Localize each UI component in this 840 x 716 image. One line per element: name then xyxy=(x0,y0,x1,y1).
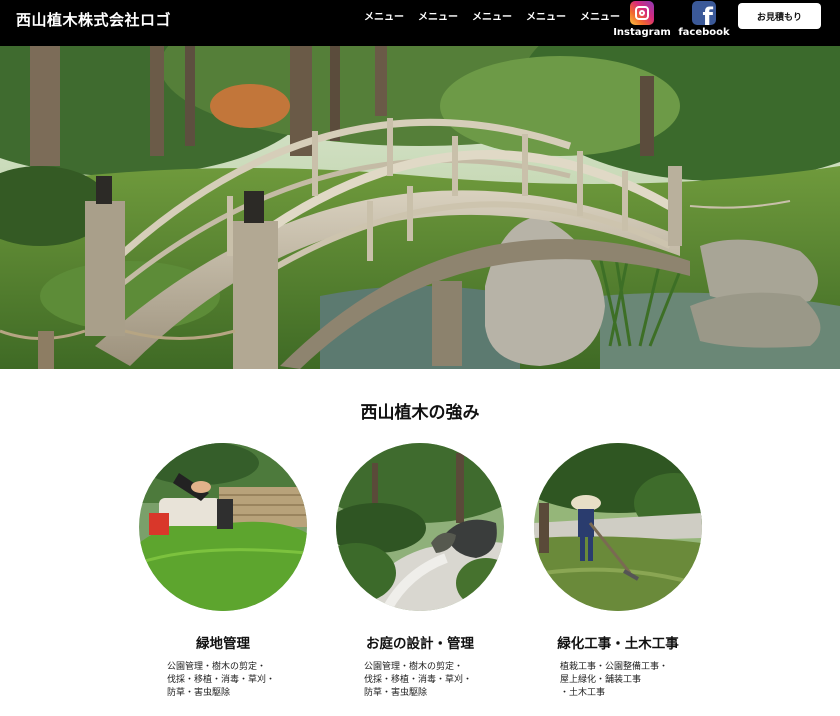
section-title-strengths: 西山植木の強み xyxy=(360,403,480,423)
japanese-garden-path-image xyxy=(336,443,504,611)
facebook-icon: f xyxy=(692,1,716,25)
hero-image xyxy=(0,46,840,369)
instagram-link[interactable]: Instagram xyxy=(610,1,674,38)
card-desc-line: 防草・害虫駆除 xyxy=(364,688,428,698)
instagram-icon xyxy=(630,1,654,25)
card-desc-landscaping: 植栽工事・公園整備工事・ 屋上緑化・舗装工事 ・土木工事 xyxy=(560,661,702,700)
card-desc-line: ・土木工事 xyxy=(560,688,606,698)
card-desc-line: 屋上緑化・舗装工事 xyxy=(560,675,642,685)
card-desc-line: 植栽工事・公園整備工事・ xyxy=(560,662,669,672)
strength-card-landscaping: 緑化工事・土木工事 植栽工事・公園整備工事・ 屋上緑化・舗装工事 ・土木工事 xyxy=(534,443,702,700)
hedge-trimming-image xyxy=(139,443,307,611)
nav-menu-2[interactable]: メニュー xyxy=(418,8,458,23)
facebook-link[interactable]: f facebook xyxy=(672,1,736,38)
card-desc-line: 伐採・移植・消毒・草刈・ xyxy=(167,675,276,685)
card-desc-line: 防草・害虫駆除 xyxy=(167,688,231,698)
card-desc-line: 公園管理・樹木の剪定・ xyxy=(364,662,464,672)
facebook-label: facebook xyxy=(678,27,730,38)
card-desc-greenery: 公園管理・樹木の剪定・ 伐採・移植・消毒・草刈・ 防草・害虫駆除 xyxy=(167,661,307,700)
gardener-raking-image xyxy=(534,443,702,611)
card-title-landscaping: 緑化工事・土木工事 xyxy=(557,636,679,652)
card-desc-line: 伐採・移植・消毒・草刈・ xyxy=(364,675,473,685)
strength-card-greenery: 緑地管理 公園管理・樹木の剪定・ 伐採・移植・消毒・草刈・ 防草・害虫駆除 xyxy=(139,443,307,700)
site-header: 西山植木株式会社ロゴ メニュー メニュー メニュー メニュー メニュー Inst… xyxy=(0,0,840,46)
card-desc-garden-design: 公園管理・樹木の剪定・ 伐採・移植・消毒・草刈・ 防草・害虫駆除 xyxy=(364,661,504,700)
quote-button[interactable]: お見積もり xyxy=(738,3,821,29)
site-logo[interactable]: 西山植木株式会社ロゴ xyxy=(16,9,171,30)
nav-menu-3[interactable]: メニュー xyxy=(472,8,512,23)
nav-menu-4[interactable]: メニュー xyxy=(526,8,566,23)
strength-card-garden-design: お庭の設計・管理 公園管理・樹木の剪定・ 伐採・移植・消毒・草刈・ 防草・害虫駆… xyxy=(336,443,504,700)
nav-menu-1[interactable]: メニュー xyxy=(364,8,404,23)
card-desc-line: 公園管理・樹木の剪定・ xyxy=(167,662,267,672)
card-title-greenery: 緑地管理 xyxy=(196,636,250,652)
main-nav: メニュー メニュー メニュー メニュー メニュー xyxy=(364,8,634,23)
instagram-label: Instagram xyxy=(613,27,671,38)
card-title-garden-design: お庭の設計・管理 xyxy=(366,636,474,652)
